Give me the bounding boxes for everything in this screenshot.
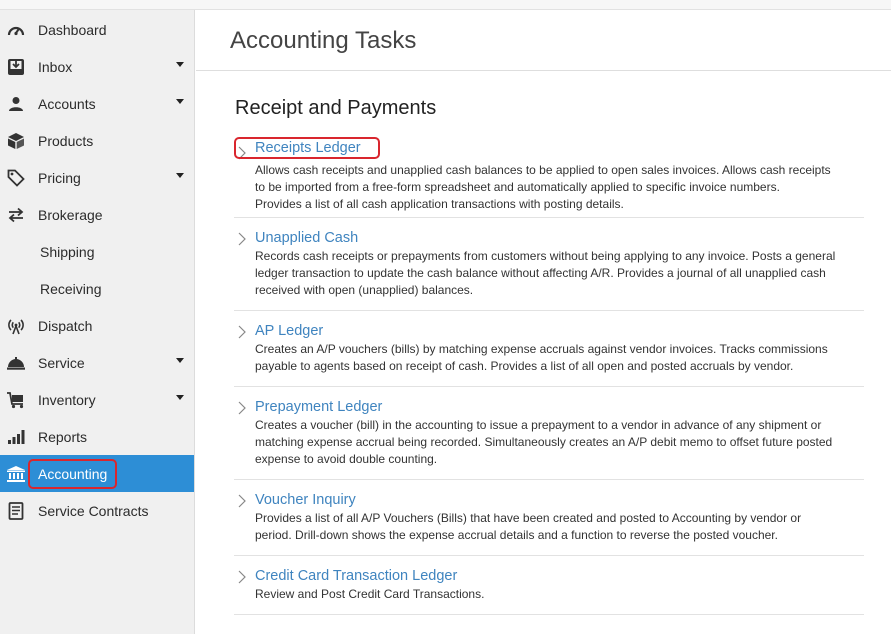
cart-icon [6, 390, 26, 410]
task-description: Creates an A/P vouchers (bills) by match… [255, 342, 828, 373]
chevron-right-icon[interactable] [238, 570, 246, 584]
task-description: Allows cash receipts and unapplied cash … [255, 163, 831, 211]
top-bar [0, 0, 891, 10]
sidebar-item-label: Dispatch [38, 317, 93, 334]
inbox-icon [6, 57, 26, 77]
page-title: Accounting Tasks [230, 27, 417, 54]
exchange-arrows-icon [6, 205, 26, 225]
box-icon [6, 131, 26, 151]
task-link[interactable]: Prepayment Ledger [255, 399, 382, 415]
sidebar-item-shipping[interactable]: Shipping [0, 233, 194, 270]
task-voucher-inquiry: Voucher Inquiry Provides a list of all A… [234, 492, 864, 556]
chevron-right-icon[interactable] [238, 232, 246, 246]
task-unapplied-cash: Unapplied Cash Records cash receipts or … [234, 230, 864, 311]
task-link[interactable]: Voucher Inquiry [255, 492, 356, 508]
caret-down-icon[interactable] [176, 62, 184, 67]
service-bell-icon [6, 353, 26, 373]
chevron-right-icon[interactable] [238, 401, 246, 415]
task-credit-card-transaction-ledger: Credit Card Transaction Ledger Review an… [234, 568, 864, 615]
sidebar: Dashboard Inbox Accounts Products Pricin… [0, 10, 195, 634]
sidebar-item-label: Receiving [40, 280, 102, 297]
sidebar-item-label: Service [38, 354, 85, 371]
bank-icon [6, 464, 26, 484]
sidebar-item-inventory[interactable]: Inventory [0, 381, 194, 418]
dashboard-gauge-icon [6, 20, 26, 40]
sidebar-item-service[interactable]: Service [0, 344, 194, 381]
task-prepayment-ledger: Prepayment Ledger Creates a voucher (bil… [234, 399, 864, 480]
sidebar-item-label: Inventory [38, 391, 96, 408]
section-title: Receipt and Payments [235, 97, 437, 119]
sidebar-item-label: Dashboard [38, 21, 107, 38]
sidebar-item-dashboard[interactable]: Dashboard [0, 11, 194, 48]
sidebar-item-label: Accounting [28, 458, 118, 489]
caret-down-icon[interactable] [176, 358, 184, 363]
sidebar-item-label: Products [38, 132, 94, 149]
task-description: Creates a voucher (bill) in the accounti… [255, 418, 833, 466]
sidebar-item-label: Inbox [38, 58, 73, 75]
sidebar-item-accounts[interactable]: Accounts [0, 85, 194, 122]
bar-chart-icon [6, 427, 26, 447]
sidebar-item-accounting[interactable]: Accounting [0, 455, 194, 492]
task-receipts-ledger: Receipts Ledger Allows cash receipts and… [234, 137, 864, 218]
page-header: Accounting Tasks [196, 10, 891, 71]
task-ap-ledger: AP Ledger Creates an A/P vouchers (bills… [234, 323, 864, 387]
sidebar-item-inbox[interactable]: Inbox [0, 48, 194, 85]
sidebar-item-reports[interactable]: Reports [0, 418, 194, 455]
sidebar-item-service-contracts[interactable]: Service Contracts [0, 492, 194, 529]
antenna-icon [6, 316, 26, 336]
person-icon [6, 94, 26, 114]
caret-down-icon[interactable] [176, 395, 184, 400]
sidebar-item-label: Reports [38, 428, 88, 445]
price-tag-icon [6, 168, 26, 188]
contract-icon [6, 501, 26, 521]
sidebar-item-dispatch[interactable]: Dispatch [0, 307, 194, 344]
task-description: Provides a list of all A/P Vouchers (Bil… [255, 511, 802, 542]
sidebar-item-label: Service Contracts [38, 502, 149, 519]
sidebar-item-pricing[interactable]: Pricing [0, 159, 194, 196]
task-link[interactable]: Credit Card Transaction Ledger [255, 568, 457, 584]
caret-down-icon[interactable] [176, 99, 184, 104]
sidebar-item-label: Pricing [38, 169, 81, 186]
sidebar-item-label: Accounts [38, 95, 96, 112]
sidebar-item-label: Brokerage [38, 206, 103, 223]
chevron-right-icon[interactable] [238, 494, 246, 508]
task-link[interactable]: Receipts Ledger [234, 137, 380, 159]
task-description: Records cash receipts or prepayments fro… [255, 249, 836, 297]
caret-down-icon[interactable] [176, 173, 184, 178]
sidebar-item-brokerage[interactable]: Brokerage [0, 196, 194, 233]
sidebar-item-receiving[interactable]: Receiving [0, 270, 194, 307]
task-link[interactable]: AP Ledger [255, 323, 323, 339]
sidebar-item-label: Shipping [40, 243, 95, 260]
sidebar-item-products[interactable]: Products [0, 122, 194, 159]
task-link[interactable]: Unapplied Cash [255, 230, 358, 246]
chevron-right-icon[interactable] [238, 325, 246, 339]
task-description: Review and Post Credit Card Transactions… [255, 587, 485, 601]
